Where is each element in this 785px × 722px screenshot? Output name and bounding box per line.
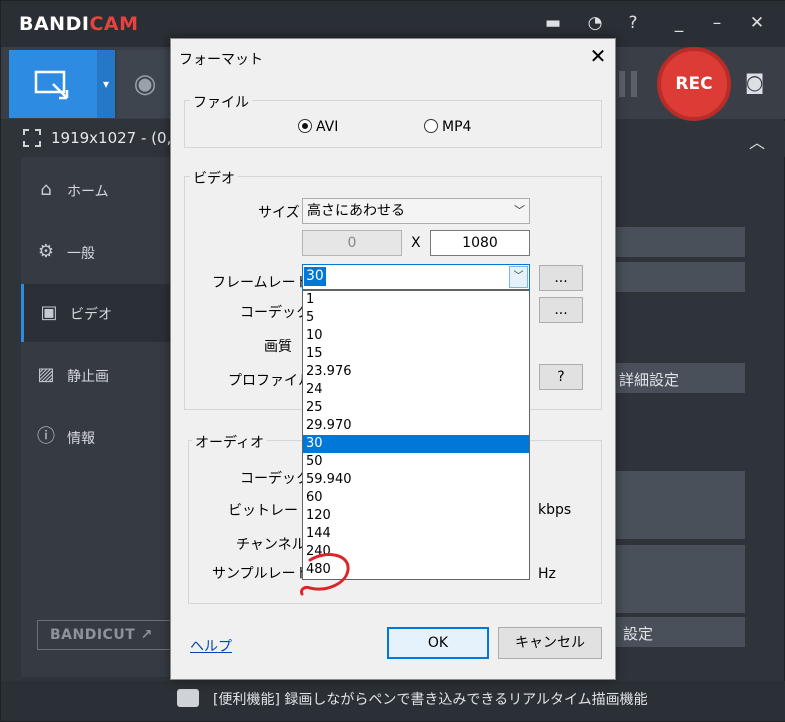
- right-panel-row: [615, 262, 745, 292]
- audio-group-label: オーディオ: [192, 432, 268, 452]
- sidebar-item-home[interactable]: ⌂ ホーム: [21, 161, 171, 219]
- folder-icon[interactable]: ▬: [541, 11, 565, 35]
- close-icon[interactable]: ✕: [585, 43, 611, 69]
- hz-label: Hz: [538, 566, 556, 582]
- framerate-option[interactable]: 15: [303, 345, 529, 363]
- help-link[interactable]: ヘルプ: [190, 636, 232, 656]
- framerate-option[interactable]: 59.940: [303, 471, 529, 489]
- mode-dropdown-button[interactable]: ▾: [97, 50, 115, 118]
- x-label: X: [411, 235, 421, 251]
- bandicam-logo: BANDICAM: [19, 13, 139, 35]
- profile-help-button[interactable]: ?: [539, 364, 583, 390]
- rec-button[interactable]: REC: [657, 47, 731, 121]
- framerate-option[interactable]: 25: [303, 399, 529, 417]
- sidebar-item-label: 一般: [67, 246, 95, 262]
- sidebar-item-video[interactable]: ▣ ビデオ: [21, 284, 171, 342]
- framerate-select[interactable]: [302, 264, 530, 290]
- framerate-option[interactable]: 29.970: [303, 417, 529, 435]
- tip-text[interactable]: [便利機能] 録画しながらペンで書き込みできるリアルタイム描画機能: [213, 689, 648, 709]
- sidebar-item-label: ビデオ: [70, 307, 112, 323]
- kbps-label: kbps: [538, 502, 572, 518]
- camera-icon[interactable]: ◙: [745, 71, 771, 93]
- sidebar-item-label: 情報: [67, 431, 95, 447]
- collapse-icon[interactable]: ︿: [749, 129, 765, 153]
- framerate-option[interactable]: 144: [303, 525, 529, 543]
- red-circle-annotation: [300, 553, 350, 596]
- sidebar-item-label: ホーム: [67, 184, 109, 200]
- framerate-option[interactable]: 50: [303, 453, 529, 471]
- restore-icon[interactable]: –: [705, 11, 729, 35]
- framerate-option[interactable]: 24: [303, 381, 529, 399]
- chevron-down-icon[interactable]: ﹀: [509, 266, 528, 288]
- home-icon: ⌂: [40, 179, 52, 200]
- framerate-option[interactable]: 120: [303, 507, 529, 525]
- chevron-down-icon: ﹀: [514, 204, 525, 217]
- right-panel-box: [615, 471, 745, 539]
- gear-icon: ⚙: [37, 241, 55, 262]
- help-icon[interactable]: ?: [621, 11, 645, 35]
- right-panel-row: [615, 227, 745, 257]
- framerate-value[interactable]: 30: [304, 267, 326, 286]
- pause-icon[interactable]: [619, 71, 641, 97]
- gamepad-icon: ◉: [133, 69, 157, 99]
- quality-label: 画質: [264, 339, 292, 355]
- channel-label: チャンネル: [236, 537, 306, 553]
- sidebar-item-general[interactable]: ⚙ 一般: [21, 223, 171, 281]
- sidebar-item-info[interactable]: ⓘ 情報: [21, 408, 171, 466]
- sidebar-item-image[interactable]: ▨ 静止画: [21, 346, 171, 404]
- framerate-option[interactable]: 60: [303, 489, 529, 507]
- capture-area-icon: [23, 129, 41, 147]
- screen-select-icon: [34, 70, 69, 100]
- video-settings-icon: ▣: [40, 302, 58, 323]
- dialog-title: フォーマット: [179, 52, 263, 68]
- radio-empty-icon: [424, 119, 438, 133]
- clock-icon[interactable]: ◔: [583, 11, 607, 35]
- codec-more-button[interactable]: ...: [539, 297, 583, 323]
- chat-icon: [177, 689, 199, 707]
- bitrate-label: ビットレート: [228, 503, 312, 519]
- right-panel-box: [615, 545, 745, 613]
- framerate-option[interactable]: 5: [303, 309, 529, 327]
- video-group-label: ビデオ: [190, 168, 238, 188]
- profile-label: プロファイル: [228, 373, 312, 389]
- mp4-radio[interactable]: MP4: [424, 119, 471, 135]
- audio-codec-label: コーデック: [240, 471, 310, 487]
- ok-button[interactable]: OK: [387, 627, 489, 659]
- bandicut-button[interactable]: BANDICUT ↗: [37, 620, 183, 650]
- game-mode-button[interactable]: ◉: [117, 50, 173, 118]
- framerate-dropdown-list[interactable]: 1 5 10 15 23.976 24 25 29.970 30 50 59.940 60 120 144…: [302, 290, 530, 580]
- avi-radio[interactable]: AVI: [298, 119, 338, 135]
- framerate-label: フレームレート: [212, 275, 310, 291]
- advanced-settings-label: 詳細設定: [619, 371, 680, 389]
- width-field[interactable]: 0: [302, 230, 402, 256]
- settings-label: 設定: [623, 625, 654, 643]
- size-label: サイズ: [258, 205, 300, 221]
- info-icon: ⓘ: [37, 426, 55, 447]
- close-icon[interactable]: ✕: [745, 11, 769, 35]
- file-group-label: ファイル: [190, 92, 252, 112]
- size-select[interactable]: 高さにあわせる ﹀: [302, 198, 530, 224]
- framerate-option[interactable]: 10: [303, 327, 529, 345]
- framerate-option[interactable]: 23.976: [303, 363, 529, 381]
- sidebar-item-label: 静止画: [67, 369, 109, 385]
- framerate-more-button[interactable]: ...: [539, 265, 583, 291]
- codec-label: コーデック: [240, 305, 310, 321]
- framerate-option[interactable]: 1: [303, 291, 529, 309]
- image-icon: ▨: [37, 364, 55, 385]
- radio-selected-icon: [298, 119, 312, 133]
- screen-mode-button[interactable]: [9, 50, 97, 118]
- height-field[interactable]: 1080: [430, 230, 530, 256]
- samplerate-label: サンプルレート: [212, 566, 310, 582]
- cancel-button[interactable]: キャンセル: [498, 627, 602, 659]
- framerate-option[interactable]: 30: [303, 435, 529, 453]
- minimize-icon[interactable]: _: [667, 11, 691, 35]
